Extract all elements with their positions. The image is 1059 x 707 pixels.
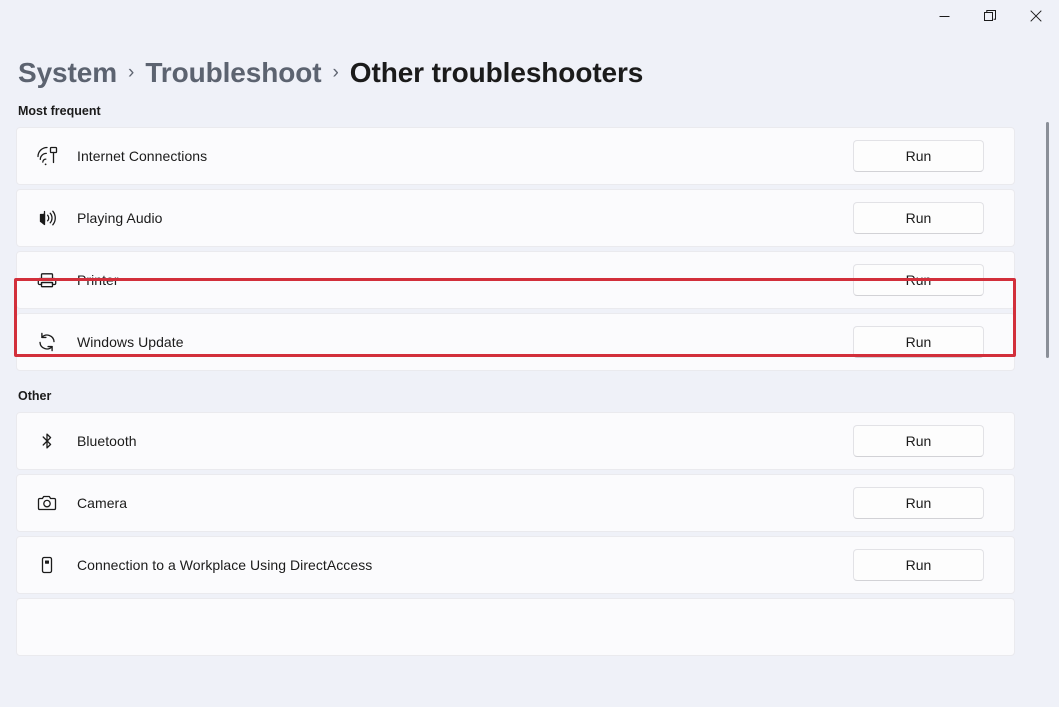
troubleshooter-label: Camera: [77, 495, 128, 511]
windows-update-icon: [17, 329, 77, 355]
troubleshooter-row-directaccess[interactable]: Connection to a Workplace Using DirectAc…: [16, 536, 1015, 594]
section-heading-most-frequent: Most frequent: [18, 104, 101, 118]
breadcrumb-separator: ›: [332, 61, 339, 83]
run-button-internet-connections[interactable]: Run: [853, 140, 984, 172]
most-frequent-list: Internet Connections Run Playing Audio R…: [0, 127, 1059, 371]
other-list: Bluetooth Run Camera Run Connection to a…: [0, 412, 1059, 656]
troubleshooter-label: Internet Connections: [77, 148, 208, 164]
close-button[interactable]: [1013, 0, 1059, 32]
minimize-button[interactable]: [921, 0, 967, 32]
troubleshooter-label: Playing Audio: [77, 210, 163, 226]
breadcrumb-item-system[interactable]: System: [18, 59, 117, 87]
troubleshooter-label: Printer: [77, 272, 119, 288]
section-heading-other: Other: [18, 389, 52, 403]
troubleshooter-label: Windows Update: [77, 334, 184, 350]
troubleshooter-row-partial[interactable]: [16, 598, 1015, 656]
troubleshooter-row-playing-audio[interactable]: Playing Audio Run: [16, 189, 1015, 247]
troubleshooter-row-printer[interactable]: Printer Run: [16, 251, 1015, 309]
run-button-directaccess[interactable]: Run: [853, 549, 984, 581]
troubleshooter-row-bluetooth[interactable]: Bluetooth Run: [16, 412, 1015, 470]
printer-icon: [17, 267, 77, 293]
vertical-scrollbar[interactable]: [1043, 96, 1053, 707]
breadcrumb-item-troubleshoot[interactable]: Troubleshoot: [145, 59, 321, 87]
close-icon: [1030, 10, 1042, 22]
run-button-windows-update[interactable]: Run: [853, 326, 984, 358]
maximize-button[interactable]: [967, 0, 1013, 32]
run-button-playing-audio[interactable]: Run: [853, 202, 984, 234]
title-bar: [0, 0, 1059, 40]
page-title: Other troubleshooters: [349, 57, 644, 88]
breadcrumb: System › Troubleshoot › Other troublesho…: [0, 40, 1059, 92]
playing-audio-icon: [17, 205, 77, 231]
troubleshooter-label: Connection to a Workplace Using DirectAc…: [77, 557, 373, 573]
internet-connections-icon: [17, 143, 77, 169]
run-button-camera[interactable]: Run: [853, 487, 984, 519]
restore-icon: [984, 10, 996, 22]
troubleshooter-label: Bluetooth: [77, 433, 137, 449]
troubleshooter-row-internet-connections[interactable]: Internet Connections Run: [16, 127, 1015, 185]
troubleshooter-list-scroll-area[interactable]: Most frequent Internet Connections Run P…: [0, 96, 1059, 707]
bluetooth-icon: [17, 428, 77, 454]
minimize-icon: [939, 11, 950, 22]
run-button-printer[interactable]: Run: [853, 264, 984, 296]
troubleshooter-row-windows-update[interactable]: Windows Update Run: [16, 313, 1015, 371]
breadcrumb-separator: ›: [128, 61, 135, 83]
scrollbar-thumb[interactable]: [1046, 122, 1049, 358]
camera-icon: [17, 490, 77, 516]
workplace-device-icon: [17, 552, 77, 578]
troubleshooter-row-camera[interactable]: Camera Run: [16, 474, 1015, 532]
run-button-bluetooth[interactable]: Run: [853, 425, 984, 457]
